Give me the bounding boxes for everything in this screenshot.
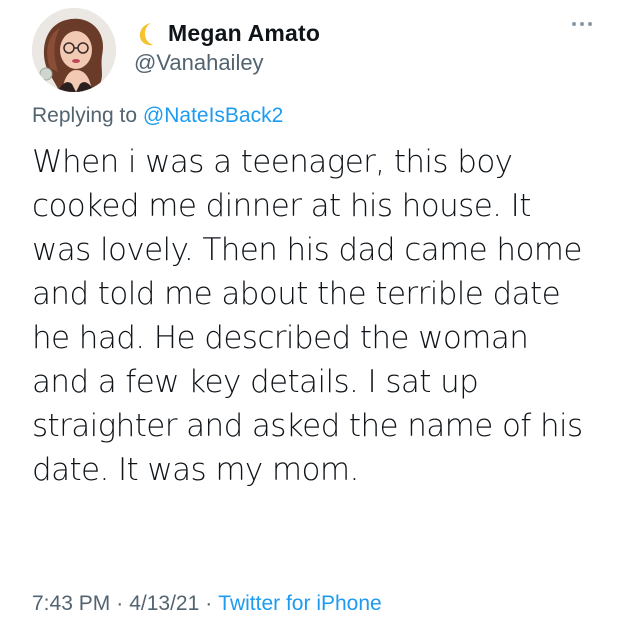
display-name[interactable]: Megan Amato bbox=[168, 20, 320, 47]
tweet-time[interactable]: 7:43 PM bbox=[32, 592, 110, 616]
name-row[interactable]: Megan Amato bbox=[134, 20, 320, 47]
user-handle[interactable]: @Vanahailey bbox=[134, 50, 264, 76]
more-options-icon[interactable] bbox=[572, 22, 592, 26]
dot bbox=[572, 22, 576, 26]
dot bbox=[588, 22, 592, 26]
tweet-text: When i was a teenager, this boy cooked m… bbox=[32, 144, 583, 488]
reply-mention-link[interactable]: @NateIsBack2 bbox=[143, 104, 283, 127]
tweet-meta: 7:43 PM · 4/13/21 · Twitter for iPhone bbox=[32, 592, 382, 616]
tweet-source-link[interactable]: Twitter for iPhone bbox=[218, 592, 381, 616]
meta-separator: · bbox=[205, 592, 213, 615]
meta-separator: · bbox=[116, 592, 124, 615]
crescent-moon-icon bbox=[139, 22, 153, 45]
tweet-date[interactable]: 4/13/21 bbox=[129, 592, 199, 616]
dot bbox=[580, 22, 584, 26]
tweet: Megan Amato @Vanahailey Replying to @Nat… bbox=[0, 0, 620, 640]
avatar-illustration bbox=[32, 8, 116, 92]
replying-to: Replying to @NateIsBack2 bbox=[32, 104, 283, 128]
replying-to-label: Replying to bbox=[32, 104, 143, 127]
avatar[interactable] bbox=[32, 8, 116, 92]
